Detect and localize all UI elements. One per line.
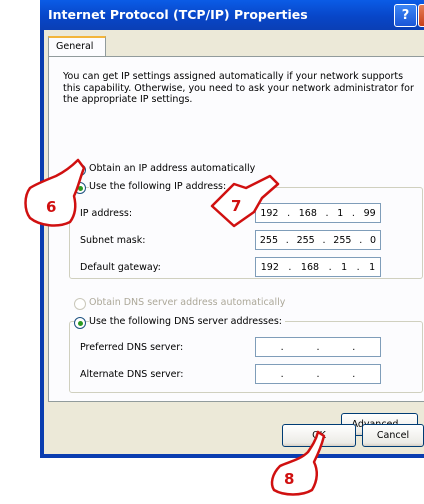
- ip-octet: 255: [259, 234, 279, 246]
- window-title: Internet Protocol (TCP/IP) Properties: [48, 7, 308, 22]
- tab-general[interactable]: General: [48, 36, 106, 57]
- preferred-dns-label: Preferred DNS server:: [80, 342, 184, 353]
- subnet-mask-input[interactable]: 255. 255. 255. 0: [255, 230, 381, 250]
- alternate-dns-label: Alternate DNS server:: [80, 369, 184, 380]
- title-bar[interactable]: Internet Protocol (TCP/IP) Properties ? …: [40, 0, 424, 30]
- help-button[interactable]: ?: [394, 4, 417, 27]
- ip-octet: 192: [260, 207, 279, 219]
- octet-dot: .: [352, 341, 356, 353]
- ip-address-label: IP address:: [80, 208, 133, 219]
- ip-octet: 1: [369, 261, 376, 273]
- general-page: You can get IP settings assigned automat…: [48, 56, 424, 436]
- alternate-dns-input[interactable]: . . .: [255, 364, 381, 384]
- octet-dot: .: [280, 368, 284, 380]
- ip-octet: 0: [369, 234, 377, 246]
- default-gateway-input[interactable]: 192. 168. 1. 1: [255, 257, 381, 277]
- octet-dot: .: [352, 368, 356, 380]
- close-button[interactable]: ✕: [418, 4, 424, 27]
- default-gateway-label: Default gateway:: [80, 262, 161, 273]
- octet-dot: .: [287, 207, 291, 219]
- ip-octet: 255: [333, 234, 352, 246]
- use-following-dns-radio[interactable]: [74, 317, 86, 329]
- octet-dot: .: [280, 341, 284, 353]
- obtain-ip-auto-radio[interactable]: [74, 164, 86, 176]
- ip-octet: 99: [363, 207, 376, 219]
- subnet-mask-label: Subnet mask:: [80, 235, 146, 246]
- ip-octet: 1: [341, 261, 348, 273]
- ok-button[interactable]: OK: [282, 424, 356, 447]
- dialog-window: Internet Protocol (TCP/IP) Properties ? …: [40, 0, 424, 458]
- ip-octet: 168: [300, 261, 320, 273]
- octet-dot: .: [328, 261, 332, 273]
- octet-dot: .: [325, 207, 329, 219]
- obtain-ip-auto-label: Obtain an IP address automatically: [89, 163, 256, 174]
- octet-dot: .: [288, 261, 292, 273]
- octet-dot: .: [356, 261, 360, 273]
- ip-octet: 255: [296, 234, 315, 246]
- use-following-dns-label: Use the following DNS server addresses:: [89, 316, 285, 327]
- octet-dot: .: [322, 234, 326, 246]
- use-following-ip-radio[interactable]: [74, 182, 86, 194]
- preferred-dns-input[interactable]: . . .: [255, 337, 381, 357]
- octet-dot: .: [351, 207, 355, 219]
- obtain-dns-auto-label: Obtain DNS server address automatically: [89, 297, 286, 308]
- ip-address-input[interactable]: 192. 168. 1. 99: [255, 203, 381, 223]
- use-following-ip-label: Use the following IP address:: [89, 181, 230, 192]
- obtain-dns-auto-radio[interactable]: [74, 298, 86, 310]
- tab-general-label: General: [56, 41, 94, 52]
- intro-text: You can get IP settings assigned automat…: [63, 71, 414, 105]
- octet-dot: .: [316, 341, 320, 353]
- octet-dot: .: [359, 234, 363, 246]
- dialog-body: General You can get IP settings assigned…: [44, 30, 424, 454]
- cancel-button[interactable]: Cancel: [362, 424, 424, 447]
- ip-octet: 168: [298, 207, 317, 219]
- ip-octet: 192: [260, 261, 279, 273]
- callout-8-number: 8: [284, 470, 294, 488]
- octet-dot: .: [285, 234, 289, 246]
- octet-dot: .: [316, 368, 320, 380]
- ip-octet: 1: [337, 207, 344, 219]
